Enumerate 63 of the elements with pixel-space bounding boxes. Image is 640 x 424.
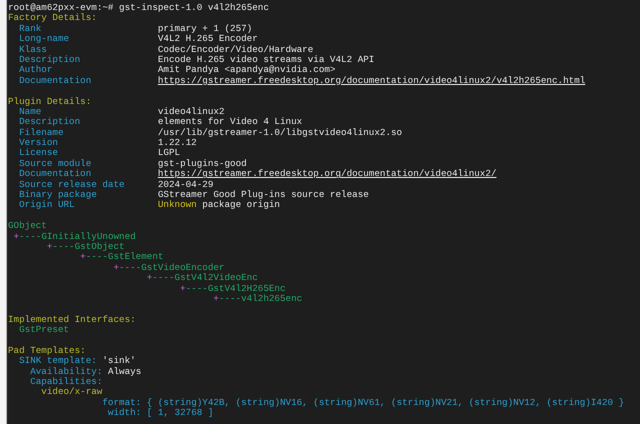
property-value: Encode H.265 video streams via V4L2 API	[158, 54, 374, 65]
property-name: Capabilities:	[30, 376, 102, 388]
property-name: Author	[19, 65, 54, 76]
property-value: primary + 1 (257)	[158, 22, 252, 34]
property-value: /usr/lib/gstreamer-1.0/libgstvideo4linux2.so	[158, 126, 402, 138]
property-name: Description	[19, 117, 82, 128]
property-value: Amit Pandya <apandya@nvidia.com>	[158, 64, 336, 76]
property-name: Origin URL	[19, 200, 76, 211]
property-name: Rank	[19, 24, 42, 34]
section-heading: Pad Templates:	[8, 344, 86, 356]
property-value: 2024-04-29	[158, 178, 214, 190]
property-name: Documentation	[19, 169, 92, 180]
property-value: V4L2 H.265 Encoder	[158, 33, 258, 44]
property-name: Binary package	[19, 190, 98, 200]
branch-connector: +----	[113, 262, 142, 273]
property-name: Long-name	[19, 34, 70, 45]
caps-field-value: [ 1, 32768 ]	[146, 407, 214, 418]
media-type: video/x-raw	[41, 386, 102, 398]
property-name: Documentation	[19, 76, 92, 86]
property-name: Filename	[19, 128, 65, 138]
property-value: Unknown package origin	[158, 199, 280, 210]
property-value: Codec/Encoder/Video/Hardware	[158, 44, 314, 55]
section-heading: Plugin Details:	[8, 96, 92, 107]
branch-connector: +----	[80, 251, 108, 262]
property-name: License	[19, 148, 58, 159]
class-name: GstElement	[108, 251, 164, 262]
branch-connector: +----	[14, 230, 42, 242]
documentation-link[interactable]: https://gstreamer.freedesktop.org/documentation/video4linux2/	[158, 168, 496, 180]
section-heading: Factory Details:	[8, 12, 97, 24]
branch-connector: +----	[46, 240, 75, 252]
property-value: LGPL	[158, 147, 180, 158]
property-name: Name	[19, 106, 42, 117]
property-value: video4linux2	[158, 106, 224, 117]
command-line: root@am62pxx-evm:~# gst-inspect-1.0 v4l2h265enc	[8, 2, 269, 13]
property-name: Description	[19, 54, 82, 65]
property-value: Always	[108, 366, 142, 377]
property-name: Source release date	[19, 180, 126, 190]
interface-name: GstPreset	[19, 324, 70, 336]
branch-connector: +----	[146, 272, 175, 284]
class-name: GInitiallyUnowned	[41, 230, 136, 242]
caps-field-value: { (string)Y42B, (string)NV16, (string)NV61, (string)NV21, (string)NV12, (string)I420 }	[146, 396, 624, 408]
property-name: Source module	[19, 158, 92, 169]
property-name: Klass	[19, 44, 48, 55]
class-name: GstV4l2H265Enc	[208, 282, 286, 294]
class-name: v4l2h265enc	[241, 292, 302, 304]
property-value: 1.22.12	[158, 137, 197, 148]
documentation-link[interactable]: https://gstreamer.freedesktop.org/documentation/video4linux2/v4l2h265enc.html	[158, 74, 586, 86]
template-label: SINK template:	[19, 355, 97, 366]
section-heading: Implemented Interfaces:	[8, 314, 136, 325]
property-value: gst-plugins-good	[158, 158, 247, 169]
property-value: elements for Video 4 Linux	[158, 116, 302, 128]
property-name: Availability:	[30, 366, 102, 377]
template-name: 'sink'	[102, 355, 136, 366]
branch-connector: +----	[213, 292, 242, 304]
branch-connector: +----	[180, 282, 208, 294]
class-name: GObject	[8, 220, 47, 232]
class-name: GstVideoEncoder	[141, 262, 224, 273]
property-value: GStreamer Good Plug-ins source release	[158, 189, 369, 200]
class-name: GstV4l2VideoEnc	[174, 272, 258, 284]
caps-field-name: width:	[106, 408, 142, 419]
caps-field-name: format:	[101, 398, 142, 408]
class-name: GstObject	[74, 240, 125, 252]
property-name: Version	[19, 138, 59, 148]
